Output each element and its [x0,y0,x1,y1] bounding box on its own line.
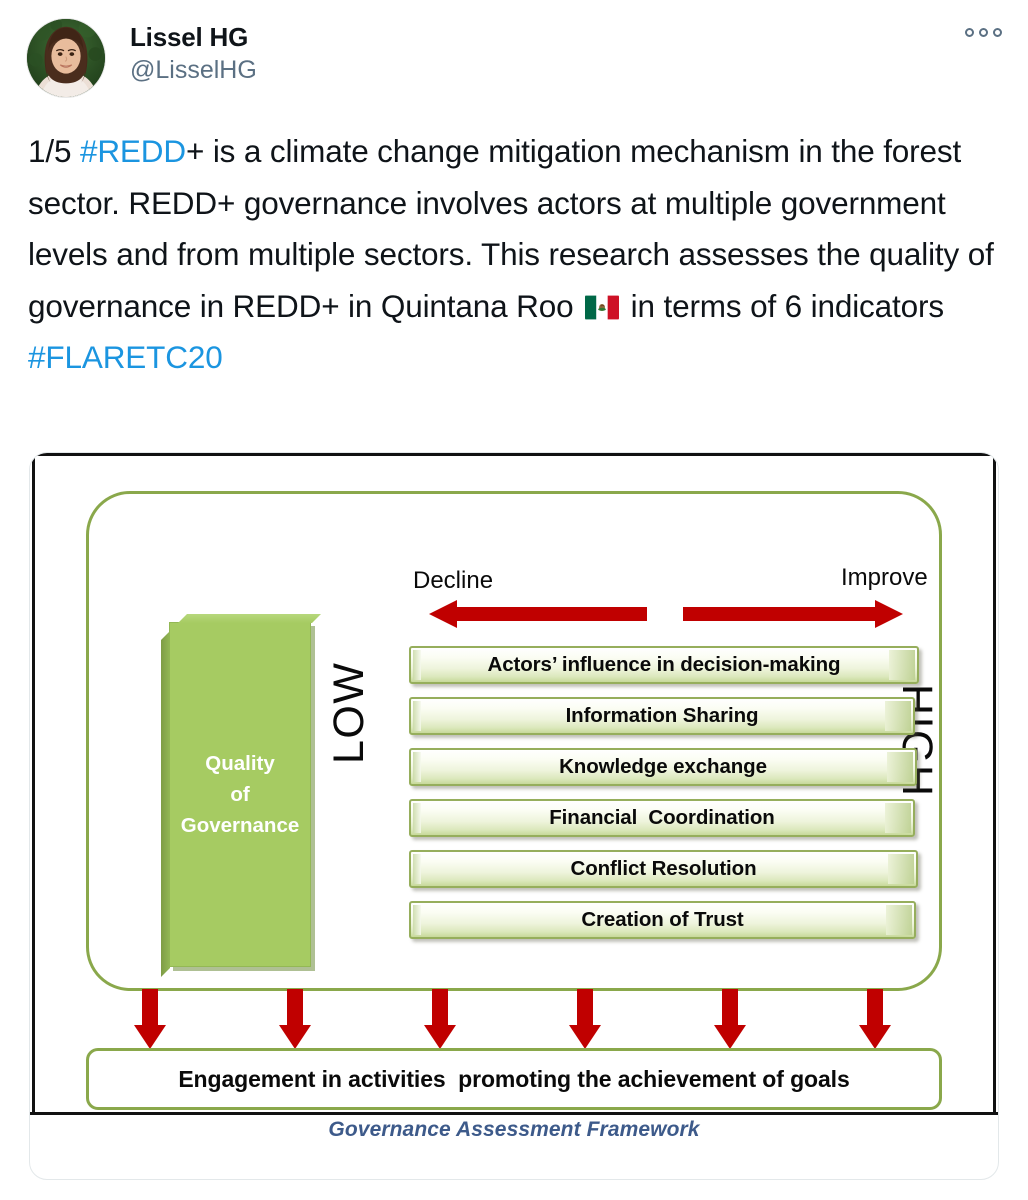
quality-of-governance-box: Quality of Governance [169,622,311,967]
axis-label-decline: Decline [413,567,494,594]
outcome-label: Engagement in activities promoting the a… [178,1065,850,1092]
qog-line-1: Quality [205,752,275,775]
axis-label-improve: Improve [841,564,928,591]
indicator-label: Actors’ influence in decision-making [487,653,841,676]
indicator-label: Creation of Trust [581,908,744,931]
indicator-bar[interactable]: Conflict Resolution [409,850,918,888]
tweet-body-text: 1/5 #REDD+ is a climate change mitigatio… [28,126,1004,384]
down-arrow-5 [714,989,746,1049]
axis-arrows [405,596,925,636]
tweet-text-segment-2: in terms of 6 indicators [622,287,944,324]
indicator-bar[interactable]: Actors’ influence in decision-making [409,646,919,684]
hashtag-redd[interactable]: #REDD [80,133,186,169]
hashtag-flaretc20[interactable]: #FLARETC20 [28,339,223,375]
author-handle[interactable]: @LisselHG [130,55,257,86]
down-arrow-1 [134,989,166,1049]
improve-arrow [683,600,903,628]
author-identity: Lissel HG @LisselHG [130,18,257,86]
qog-line-2: of [230,783,250,806]
tweet-header: Lissel HG @LisselHG [0,0,1028,112]
down-arrow-2 [279,989,311,1049]
avatar[interactable] [26,18,106,98]
indicator-bar-list: Actors’ influence in decision-making Inf… [409,646,919,952]
mexico-flag-icon [585,295,620,320]
down-arrow-6 [859,989,891,1049]
dot-3 [993,28,1002,37]
indicator-label: Financial Coordination [549,806,775,829]
indicator-label: Knowledge exchange [559,755,767,778]
indicator-bar[interactable]: Financial Coordination [409,799,915,837]
more-options-icon[interactable] [965,28,1002,37]
qog-line-3: Governance [180,814,300,837]
author-display-name[interactable]: Lissel HG [130,22,257,53]
dot-2 [979,28,988,37]
indicator-label: Conflict Resolution [570,857,757,880]
downward-arrows-row [134,989,924,1055]
indicator-label: Information Sharing [565,704,759,727]
figure-caption: Governance Assessment Framework [328,1118,700,1141]
indicator-bar[interactable]: Knowledge exchange [409,748,917,786]
framework-green-container: Decline Improve Quality of Governance LO… [86,491,942,991]
dot-1 [965,28,974,37]
scale-label-low: LOW [325,661,373,764]
qog-text: Quality of Governance [181,748,300,841]
down-arrow-4 [569,989,601,1049]
down-arrow-3 [424,989,456,1049]
outcome-box: Engagement in activities promoting the a… [86,1048,942,1110]
indicator-bar[interactable]: Information Sharing [409,697,915,735]
figure-outer-frame: Decline Improve Quality of Governance LO… [30,453,998,1115]
decline-arrow [429,600,647,628]
tweet-thread-index: 1/5 [28,133,80,169]
indicator-bar[interactable]: Creation of Trust [409,901,916,939]
tweet-container: Lissel HG @LisselHG 1/5 #REDD+ is a clim… [0,0,1028,1200]
tweet-media-card[interactable]: Decline Improve Quality of Governance LO… [29,452,999,1180]
